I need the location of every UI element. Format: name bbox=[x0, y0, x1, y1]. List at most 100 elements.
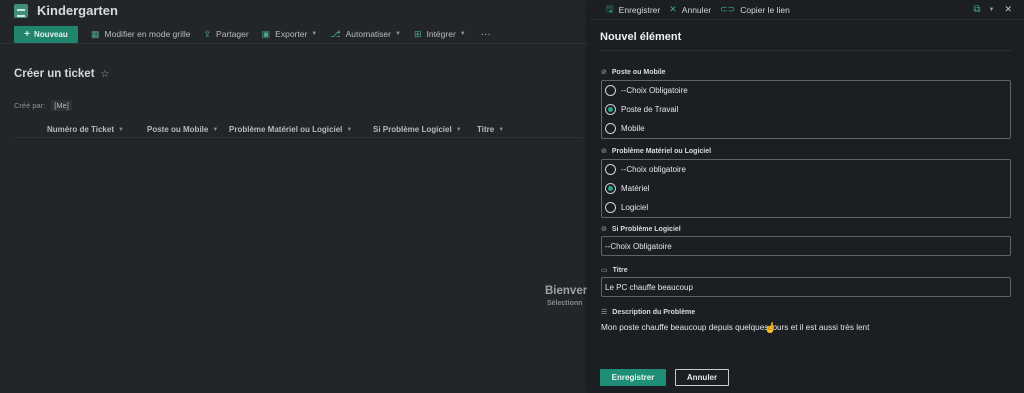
radio-button[interactable] bbox=[605, 123, 616, 134]
flow-icon: ⎇ bbox=[330, 28, 341, 39]
radio-group-poste: --Choix Obligatoire Poste de Travail Mob… bbox=[601, 80, 1011, 139]
app-background: Kindergarten + Nouveau ▦ Modifier en mod… bbox=[0, 0, 590, 393]
field-label-description: ☰ Description du Problème bbox=[601, 308, 696, 317]
view-title-text: Créer un ticket bbox=[14, 68, 95, 80]
field-label-text: Problème Matériel ou Logiciel bbox=[611, 147, 712, 155]
column-header-probleme[interactable]: Problème Matériel ou Logiciel ▼ bbox=[229, 125, 352, 134]
column-label: Poste ou Mobile bbox=[147, 125, 209, 134]
field-label-probleme: ⊘ Problème Matériel ou Logiciel bbox=[601, 147, 712, 156]
new-item-panel: 🖫 Enregistrer ✕ Annuler ⊂⊃ Copier le lie… bbox=[590, 0, 1024, 393]
new-button[interactable]: + Nouveau bbox=[14, 25, 78, 43]
close-icon: ✕ bbox=[669, 4, 677, 14]
copy-link-label: Copier le lien bbox=[740, 4, 790, 15]
close-panel-icon[interactable]: ✕ bbox=[1004, 4, 1012, 15]
field-label-titre: ▭ Titre bbox=[601, 266, 628, 275]
column-header-logiciel[interactable]: Si Problème Logiciel ▼ bbox=[373, 125, 462, 134]
radio-label: --Choix obligatoire bbox=[621, 165, 686, 174]
field-label-logiciel: ⊘ Si Problème Logiciel bbox=[601, 225, 681, 234]
plus-icon: + bbox=[24, 28, 31, 40]
radio-option[interactable]: --Choix obligatoire bbox=[602, 160, 1010, 179]
site-logo-icon[interactable] bbox=[14, 3, 28, 18]
radio-button-selected[interactable] bbox=[605, 104, 616, 115]
field-label-text: Si Problème Logiciel bbox=[611, 225, 681, 233]
field-label-text: Description du Problème bbox=[612, 308, 696, 316]
chevron-down-icon: ▼ bbox=[455, 126, 462, 133]
share-label: Partager bbox=[216, 29, 249, 39]
share-button[interactable]: ⇪ Partager bbox=[204, 29, 249, 40]
multiline-text-icon: ☰ bbox=[601, 309, 608, 316]
filter-pill[interactable]: [Me] bbox=[51, 100, 72, 111]
chevron-down-icon: ▼ bbox=[117, 126, 124, 133]
site-header: Kindergarten bbox=[0, 0, 590, 21]
chevron-down-icon: ▼ bbox=[459, 31, 466, 37]
column-label: Si Problème Logiciel bbox=[373, 125, 452, 134]
radio-option[interactable]: Logiciel bbox=[602, 198, 1010, 217]
chevron-down-icon: ▼ bbox=[212, 126, 219, 133]
text-field-icon: ▭ bbox=[601, 267, 608, 274]
empty-state-title: Bienver bbox=[545, 285, 588, 297]
radio-button[interactable] bbox=[605, 202, 616, 213]
toolbar-save-label: Enregistrer bbox=[618, 4, 661, 15]
panel-toolbar: 🖫 Enregistrer ✕ Annuler ⊂⊃ Copier le lie… bbox=[590, 0, 1024, 20]
edit-grid-label: Modifier en mode grille bbox=[104, 29, 191, 39]
grid-icon: ▦ bbox=[91, 28, 100, 39]
cancel-button[interactable]: Annuler bbox=[675, 369, 729, 386]
chevron-down-icon[interactable]: ▼ bbox=[989, 7, 995, 13]
radio-label: Mobile bbox=[621, 124, 645, 133]
radio-button[interactable] bbox=[605, 164, 616, 175]
integrate-label: Intégrer bbox=[426, 29, 456, 39]
empty-state-subtitle: Sélectionn bbox=[547, 300, 583, 307]
automate-label: Automatiser bbox=[345, 29, 391, 39]
filter-row: Créé par: [Me] bbox=[14, 100, 72, 111]
save-button[interactable]: Enregistrer bbox=[600, 369, 666, 386]
radio-option[interactable]: Matériel bbox=[602, 179, 1010, 198]
excel-icon: ▣ bbox=[261, 28, 271, 39]
logiciel-dropdown[interactable]: --Choix Obligatoire bbox=[601, 236, 1011, 256]
radio-option[interactable]: Mobile bbox=[602, 119, 1010, 138]
chevron-down-icon: ▼ bbox=[394, 31, 401, 37]
radio-button-selected[interactable] bbox=[605, 183, 616, 194]
toolbar-cancel-button[interactable]: ✕ Annuler bbox=[669, 4, 711, 15]
radio-option[interactable]: Poste de Travail bbox=[602, 100, 1010, 119]
save-icon: 🖫 bbox=[606, 3, 614, 14]
column-label: Titre bbox=[477, 125, 495, 134]
filter-label: Créé par: bbox=[14, 101, 46, 110]
chevron-down-icon: ▼ bbox=[498, 126, 505, 133]
radio-button[interactable] bbox=[605, 85, 616, 96]
field-label-text: Titre bbox=[612, 266, 628, 274]
radio-label: Poste de Travail bbox=[621, 105, 679, 114]
favorite-star-icon[interactable]: ☆ bbox=[101, 69, 110, 80]
radio-label: --Choix Obligatoire bbox=[621, 86, 688, 95]
column-header-row: Numéro de Ticket ▼ Poste ou Mobile ▼ Probl… bbox=[14, 122, 584, 138]
mouse-cursor-icon: ☝ bbox=[764, 323, 777, 334]
site-title[interactable]: Kindergarten bbox=[37, 3, 118, 18]
column-label: Numéro de Ticket bbox=[47, 125, 114, 134]
column-header-ticket[interactable]: Numéro de Ticket ▼ bbox=[47, 125, 124, 134]
export-label: Exporter bbox=[275, 29, 308, 39]
link-icon: ⊂⊃ bbox=[720, 4, 736, 14]
radio-label: Logiciel bbox=[621, 203, 649, 212]
radio-option[interactable]: --Choix Obligatoire bbox=[602, 81, 1010, 100]
open-in-new-icon[interactable]: ⧉ bbox=[973, 4, 980, 15]
description-textarea[interactable]: Mon poste chauffe beaucoup depuis quelqu… bbox=[601, 323, 869, 332]
more-options-button[interactable]: ··· bbox=[481, 29, 491, 40]
share-icon: ⇪ bbox=[203, 28, 212, 39]
toolbar-save-button[interactable]: 🖫 Enregistrer bbox=[606, 2, 660, 18]
panel-title: Nouvel élément bbox=[600, 31, 682, 43]
divider bbox=[600, 50, 1012, 51]
edit-grid-button[interactable]: ▦ Modifier en mode grille bbox=[91, 29, 191, 40]
column-header-poste[interactable]: Poste ou Mobile ▼ bbox=[147, 125, 218, 134]
toolbar-cancel-label: Annuler bbox=[681, 4, 712, 15]
integrate-icon: ⊞ bbox=[413, 28, 422, 39]
automate-button[interactable]: ⎇ Automatiser ▼ bbox=[330, 29, 401, 40]
choice-icon: ⊘ bbox=[601, 148, 607, 155]
copy-link-button[interactable]: ⊂⊃ Copier le lien bbox=[720, 4, 790, 15]
column-header-titre[interactable]: Titre ▼ bbox=[477, 125, 504, 134]
export-button[interactable]: ▣ Exporter ▼ bbox=[262, 29, 318, 40]
panel-window-controls: ⧉ ▼ ✕ bbox=[973, 4, 1012, 15]
integrate-button[interactable]: ⊞ Intégrer ▼ bbox=[414, 29, 466, 40]
new-button-label: Nouveau bbox=[34, 29, 68, 39]
titre-input[interactable]: Le PC chauffe beaucoup bbox=[601, 277, 1011, 297]
chevron-down-icon: ▼ bbox=[346, 126, 353, 133]
field-label-poste: ⊘ Poste ou Mobile bbox=[601, 68, 666, 77]
